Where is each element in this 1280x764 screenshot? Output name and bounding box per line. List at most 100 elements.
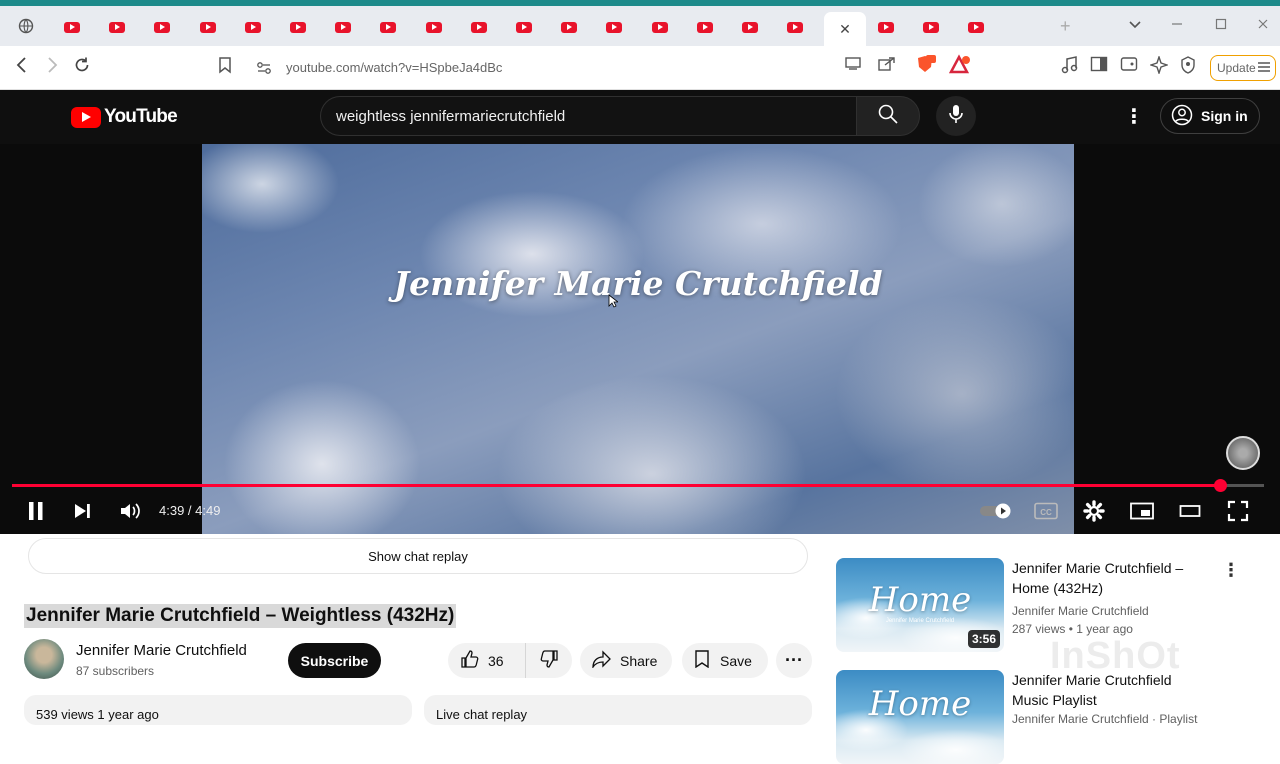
youtube-favicon-icon xyxy=(64,21,80,33)
browser-tab[interactable] xyxy=(870,14,902,40)
playlist-thumbnail-title-text: Home xyxy=(868,684,972,724)
subscribe-button[interactable]: Subscribe xyxy=(288,643,381,678)
related-more-options-icon[interactable]: ⋮ xyxy=(1222,560,1240,581)
maximize-icon[interactable] xyxy=(1214,17,1228,35)
description-box[interactable]: 539 views 1 year ago xyxy=(24,695,412,725)
captions-icon[interactable]: CC xyxy=(1032,494,1060,528)
like-button[interactable]: 36 xyxy=(448,643,526,678)
vpn-icon[interactable] xyxy=(1180,56,1196,79)
browser-tab[interactable] xyxy=(779,14,811,40)
browser-tab[interactable] xyxy=(553,14,585,40)
related-video-title[interactable]: Jennifer Marie Crutchfield – Home (432Hz… xyxy=(1012,558,1202,598)
dislike-button[interactable] xyxy=(526,643,572,678)
next-video-icon[interactable] xyxy=(68,494,96,528)
browser-tab[interactable] xyxy=(372,14,404,40)
live-chat-replay-box[interactable]: Live chat replay xyxy=(424,695,812,725)
browser-tab[interactable] xyxy=(327,14,359,40)
like-dislike-group: 36 xyxy=(448,643,572,678)
settings-kebab-icon[interactable]: ⋮ xyxy=(1124,104,1144,129)
forward-icon[interactable] xyxy=(40,56,64,79)
tab-group-globe-icon[interactable] xyxy=(18,18,34,38)
sign-in-button[interactable]: Sign in xyxy=(1160,98,1260,134)
sign-in-label: Sign in xyxy=(1201,108,1248,124)
related-video-channel[interactable]: Jennifer Marie Crutchfield xyxy=(1012,604,1149,618)
brave-rewards-icon[interactable] xyxy=(948,54,972,81)
url-field[interactable]: youtube.com/watch?v=HSpbeJa4dBc xyxy=(244,53,984,83)
browser-tab-active[interactable]: ✕ xyxy=(824,12,866,46)
search-input[interactable]: weightless jennifermariecrutchfield xyxy=(320,96,858,136)
browser-tab[interactable] xyxy=(644,14,676,40)
voice-search-button[interactable] xyxy=(936,96,976,136)
youtube-logo[interactable]: YouTube xyxy=(71,106,178,128)
browser-tab[interactable] xyxy=(598,14,630,40)
back-icon[interactable] xyxy=(10,56,34,79)
volume-icon[interactable] xyxy=(116,494,144,528)
video-title: Jennifer Marie Crutchfield – Weightless … xyxy=(24,604,457,628)
new-tab-button[interactable]: + xyxy=(1060,16,1071,37)
save-label: Save xyxy=(720,652,752,669)
browser-tab[interactable] xyxy=(418,14,450,40)
sidebar-icon[interactable] xyxy=(1090,56,1108,77)
browser-tab[interactable] xyxy=(237,14,269,40)
tab-close-icon[interactable]: ✕ xyxy=(839,21,851,38)
browser-tab[interactable] xyxy=(960,14,992,40)
wallet-icon[interactable] xyxy=(1120,56,1138,77)
progress-fill xyxy=(12,484,1221,487)
search-query-text: weightless jennifermariecrutchfield xyxy=(336,108,566,125)
miniplayer-icon[interactable] xyxy=(1128,494,1156,528)
cast-icon[interactable] xyxy=(845,56,861,75)
channel-name[interactable]: Jennifer Marie Crutchfield xyxy=(76,642,247,659)
channel-avatar[interactable] xyxy=(24,639,64,679)
browser-tab[interactable] xyxy=(508,14,540,40)
bookmark-icon[interactable] xyxy=(213,56,237,79)
fullscreen-icon[interactable] xyxy=(1224,494,1252,528)
related-playlist-thumbnail[interactable]: Home xyxy=(836,670,1004,764)
microphone-icon xyxy=(947,104,965,129)
close-window-icon[interactable] xyxy=(1256,17,1270,35)
theater-mode-icon[interactable] xyxy=(1176,494,1204,528)
leo-ai-icon[interactable] xyxy=(1148,54,1170,79)
channel-watermark-avatar[interactable] xyxy=(1226,436,1260,470)
browser-tab[interactable] xyxy=(146,14,178,40)
more-actions-icon[interactable]: ··· xyxy=(776,643,812,678)
youtube-favicon-icon xyxy=(651,21,668,33)
browser-tab[interactable] xyxy=(463,14,495,40)
autoplay-toggle[interactable] xyxy=(978,494,1014,528)
show-chat-replay-button[interactable]: Show chat replay xyxy=(28,538,808,574)
pause-icon[interactable] xyxy=(22,494,50,528)
update-label: Update xyxy=(1217,61,1256,75)
share-page-icon[interactable] xyxy=(878,56,896,77)
minimize-icon[interactable] xyxy=(1170,17,1184,35)
search-button[interactable] xyxy=(856,96,920,136)
browser-tab[interactable] xyxy=(915,14,947,40)
youtube-favicon-icon xyxy=(878,21,894,33)
brave-shield-icon[interactable] xyxy=(914,54,938,81)
browser-tab[interactable] xyxy=(101,14,133,40)
player-controls: 4:39 / 4:49 CC xyxy=(0,494,1280,530)
update-button[interactable]: Update xyxy=(1210,55,1276,81)
browser-tab[interactable] xyxy=(689,14,721,40)
reload-icon[interactable] xyxy=(70,56,94,79)
related-video-thumbnail[interactable]: Home Jennifer Marie Crutchfield 3:56 xyxy=(836,558,1004,652)
youtube-favicon-icon xyxy=(335,21,352,33)
account-circle-icon xyxy=(1171,104,1193,129)
video-frame[interactable]: Jennifer Marie Crutchfield xyxy=(202,144,1074,534)
video-letterbox-left xyxy=(0,144,202,534)
save-button[interactable]: Save xyxy=(682,643,768,678)
youtube-favicon-icon xyxy=(425,21,442,33)
share-button[interactable]: Share xyxy=(580,643,672,678)
browser-tab[interactable] xyxy=(282,14,314,40)
progress-bar[interactable] xyxy=(12,479,1264,492)
settings-gear-icon[interactable] xyxy=(1080,494,1108,528)
tab-bar: ✕ + xyxy=(0,6,1280,46)
menu-hamburger-icon xyxy=(1257,60,1271,77)
media-music-icon[interactable] xyxy=(1060,56,1078,79)
site-info-icon[interactable] xyxy=(256,61,272,80)
browser-tab[interactable] xyxy=(56,14,88,40)
tab-search-chevron-icon[interactable] xyxy=(1128,17,1142,35)
youtube-favicon-icon xyxy=(606,21,623,33)
related-playlist-channel[interactable]: Jennifer Marie Crutchfield · Playlist xyxy=(1012,712,1197,726)
thumbnail-subtitle-text: Jennifer Marie Crutchfield xyxy=(885,618,955,624)
browser-tab[interactable] xyxy=(734,14,766,40)
browser-tab[interactable] xyxy=(192,14,224,40)
